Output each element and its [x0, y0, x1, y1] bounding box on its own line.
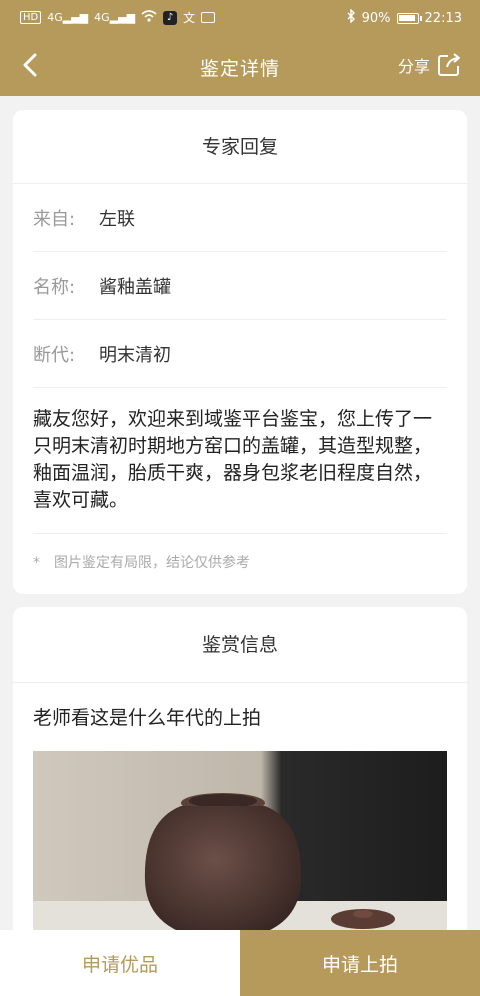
navbar: 鉴定详情 分享	[0, 36, 480, 96]
status-right: 90% 22:13	[346, 8, 462, 27]
signal-icon: 4G▂▄▆	[94, 11, 136, 24]
clock: 22:13	[424, 10, 462, 26]
bottom-action-bar: 申请优品 申请上拍	[0, 930, 480, 996]
expert-reply-card: 专家回复 来自: 左联 名称: 酱釉盖罐 断代: 明末清初 藏友您好，欢迎来到域…	[13, 110, 467, 594]
hd-icon: HD	[20, 11, 42, 24]
dating-value: 明末清初	[99, 344, 171, 366]
disclaimer-text: 图片鉴定有局限，结论仅供参考	[54, 555, 250, 571]
wifi-icon	[141, 9, 157, 26]
signal-icon: 4G▂▄▆	[47, 11, 89, 24]
name-label: 名称:	[33, 276, 76, 298]
battery-icon	[396, 12, 422, 24]
appreciation-title: 鉴赏信息	[13, 607, 467, 683]
name-value: 酱釉盖罐	[99, 276, 171, 298]
translate-icon: 文	[183, 11, 196, 25]
info-row-name: 名称: 酱釉盖罐	[33, 252, 447, 320]
share-button[interactable]: 分享	[398, 52, 462, 78]
tiktok-icon: ♪	[163, 10, 178, 25]
user-question: 老师看这是什么年代的上拍	[33, 707, 262, 729]
info-row-dating: 断代: 明末清初	[33, 320, 447, 388]
apply-auction-button[interactable]: 申请上拍	[240, 930, 480, 996]
dating-label: 断代:	[33, 344, 76, 366]
info-row-source: 来自: 左联	[33, 184, 447, 252]
source-value: 左联	[99, 208, 135, 230]
appreciation-card: 鉴赏信息 老师看这是什么年代的上拍	[13, 607, 467, 947]
jar-photo-illustration	[33, 751, 447, 947]
header: HD 4G▂▄▆ 4G▂▄▆ ♪ 文 90% 22:13 鉴定详情 分享	[0, 0, 480, 96]
image-icon	[201, 12, 216, 23]
battery-percent: 90%	[361, 10, 391, 26]
disclaimer-note: * 图片鉴定有局限，结论仅供参考	[33, 534, 447, 572]
expert-description: 藏友您好，欢迎来到域鉴平台鉴宝，您上传了一只明末清初时期地方窑口的盖罐，其造型规…	[33, 388, 447, 534]
status-left: HD 4G▂▄▆ 4G▂▄▆ ♪ 文	[20, 9, 216, 26]
item-photo[interactable]	[33, 751, 447, 947]
status-bar: HD 4G▂▄▆ 4G▂▄▆ ♪ 文 90% 22:13	[0, 0, 480, 36]
source-label: 来自:	[33, 208, 76, 230]
share-icon	[438, 53, 460, 76]
expert-reply-title: 专家回复	[13, 110, 467, 184]
share-label: 分享	[397, 57, 430, 76]
apply-premium-button[interactable]: 申请优品	[0, 930, 240, 996]
disclaimer-star: *	[33, 555, 40, 571]
bluetooth-icon	[346, 8, 356, 27]
